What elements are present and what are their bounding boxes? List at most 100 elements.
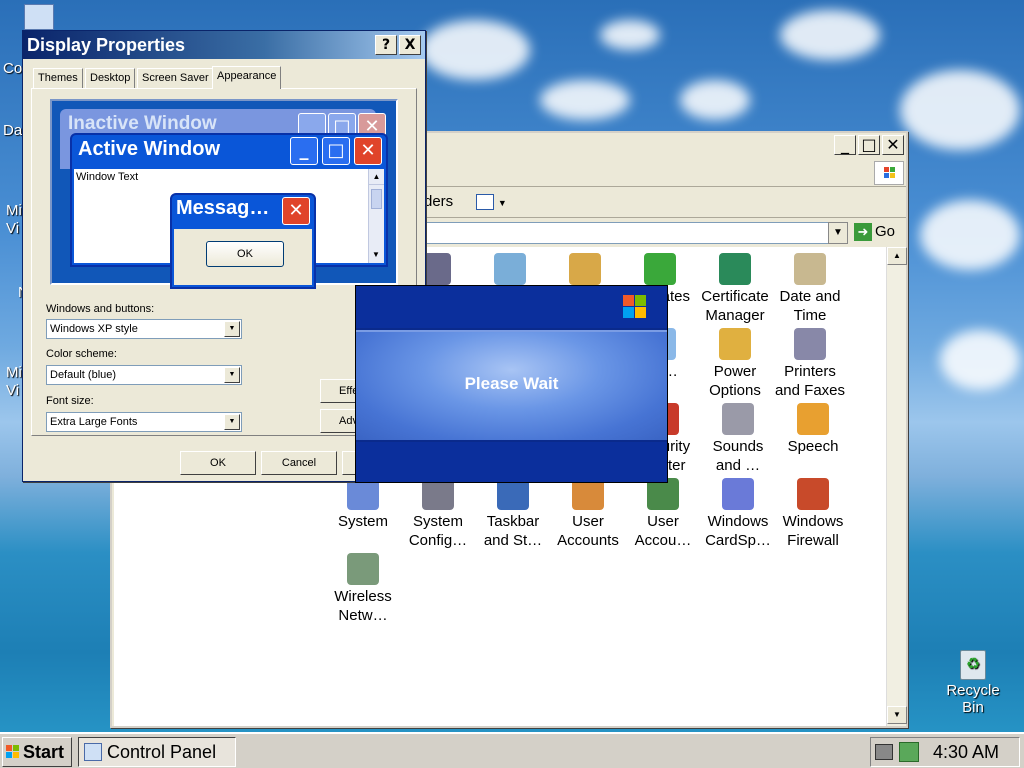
certificate-icon	[719, 253, 751, 285]
go-arrow-icon: ➜	[854, 223, 872, 241]
control-panel-item[interactable]: Sounds and …	[699, 403, 777, 475]
help-button[interactable]: ?	[375, 35, 397, 55]
control-panel-item[interactable]: User Accounts	[549, 478, 627, 550]
desktop-icon-label[interactable]: Vi	[6, 220, 19, 237]
control-panel-item[interactable]: Wireless Netw…	[324, 553, 402, 625]
views-button[interactable]: ▼	[476, 192, 512, 214]
automatic-updates-icon	[644, 253, 676, 285]
chevron-down-icon[interactable]: ▼	[224, 367, 240, 383]
windows-buttons-value: Windows XP style	[50, 323, 138, 335]
firewall-icon	[797, 478, 829, 510]
active-window-preview: Active Window _ □ ✕ Window Text ▲ ▼ Mess…	[70, 133, 388, 289]
please-wait-header	[356, 286, 667, 328]
effects-button[interactable]: Effe	[320, 379, 360, 403]
chevron-down-icon[interactable]: ▼	[224, 414, 240, 430]
font-size-select[interactable]: Extra Large Fonts ▼	[46, 412, 242, 432]
ok-button[interactable]: OK	[180, 451, 256, 475]
control-panel-item[interactable]: System Config…	[399, 478, 477, 550]
control-panel-item-label: System Config…	[408, 513, 468, 549]
control-panel-item[interactable]: Windows CardSp…	[699, 478, 777, 550]
tab-desktop[interactable]: Desktop	[85, 68, 136, 88]
network-icon[interactable]	[899, 742, 919, 762]
maximize-button[interactable]: □	[858, 135, 880, 155]
control-panel-item[interactable]: Power Options	[696, 328, 774, 400]
cloud	[780, 10, 880, 60]
desktop-icon-label[interactable]: Co	[3, 60, 22, 77]
control-panel-item[interactable]: Windows Firewall	[774, 478, 852, 550]
control-panel-item[interactable]	[546, 253, 624, 287]
cloud	[900, 70, 1020, 150]
windows-logo-icon	[621, 293, 651, 321]
color-scheme-select[interactable]: Default (blue) ▼	[46, 365, 242, 385]
dialog-titlebar[interactable]: Display Properties	[23, 31, 425, 59]
start-button[interactable]: Start	[2, 737, 72, 767]
control-panel-item-label: Taskbar and St…	[483, 513, 543, 549]
clock[interactable]: 4:30 AM	[933, 738, 999, 766]
cardspace-icon	[722, 478, 754, 510]
folders-button-label[interactable]: ders	[424, 193, 453, 210]
cloud	[920, 200, 1020, 270]
windows-buttons-select[interactable]: Windows XP style ▼	[46, 319, 242, 339]
tab-themes[interactable]: Themes	[33, 68, 83, 88]
cloud	[600, 20, 660, 50]
dialog-close-button[interactable]: X	[399, 35, 421, 55]
color-scheme-label: Color scheme:	[46, 348, 117, 360]
vertical-scrollbar[interactable]: ▲ ▼	[886, 247, 907, 726]
cloud	[680, 80, 750, 120]
tab-appearance[interactable]: Appearance	[212, 66, 282, 89]
minimize-button[interactable]: _	[834, 135, 856, 155]
cancel-button[interactable]: Cancel	[261, 451, 337, 475]
advanced-button[interactable]: Adv	[320, 409, 360, 433]
cloud	[940, 330, 1020, 390]
please-wait-dialog: Please Wait	[355, 285, 668, 483]
windows-logo-icon	[874, 161, 904, 185]
system-tray: 4:30 AM	[870, 737, 1020, 767]
color-scheme-value: Default (blue)	[50, 369, 117, 381]
dialog-title: Display Properties	[27, 35, 186, 55]
scroll-down-arrow[interactable]: ▼	[887, 706, 907, 724]
preview-scrollbar: ▲ ▼	[368, 169, 384, 263]
windows-buttons-label: Windows and buttons:	[46, 303, 155, 315]
my-computer-icon[interactable]	[24, 4, 54, 30]
control-panel-item-label: Windows CardSp…	[705, 513, 771, 549]
control-panel-item[interactable]: Speech	[774, 403, 852, 456]
desktop-icon-label[interactable]: Vi	[6, 382, 19, 399]
control-panel-item[interactable]: Printers and Faxes	[771, 328, 849, 400]
printer-icon	[794, 328, 826, 360]
please-wait-footer	[356, 442, 667, 482]
scroll-up-arrow[interactable]: ▲	[887, 247, 907, 265]
desktop-icon-label[interactable]: Da	[3, 122, 22, 139]
control-panel-item[interactable]: User Accou…	[624, 478, 702, 550]
control-panel-item[interactable]: Certificate Manager	[696, 253, 774, 325]
minimize-icon: _	[290, 137, 318, 165]
address-input[interactable]	[412, 222, 848, 244]
speaker-icon	[722, 403, 754, 435]
control-panel-item[interactable]: Date and Time	[771, 253, 849, 325]
cloud	[420, 20, 530, 80]
taskbar: Start Control Panel 4:30 AM	[0, 732, 1024, 768]
tab-screen-saver[interactable]: Screen Saver	[137, 68, 214, 88]
please-wait-message: Please Wait	[464, 374, 559, 393]
views-icon	[476, 194, 494, 210]
control-panel-item[interactable]	[471, 253, 549, 287]
taskbar-control-panel[interactable]: Control Panel	[78, 737, 236, 767]
power-icon	[719, 328, 751, 360]
chevron-down-icon[interactable]: ▼	[224, 321, 240, 337]
desktop-icon-label[interactable]: Mi	[6, 364, 22, 381]
cloud	[540, 80, 630, 120]
go-label: Go	[875, 223, 896, 240]
recycle-bin[interactable]: ♻ Recycle Bin	[938, 650, 1008, 716]
control-panel-item[interactable]: Taskbar and St…	[474, 478, 552, 550]
font-size-label: Font size:	[46, 395, 94, 407]
close-button[interactable]: ✕	[882, 135, 904, 155]
message-box-preview: Messag… ✕ OK	[170, 193, 316, 289]
go-button[interactable]: ➜ Go	[854, 223, 895, 241]
address-dropdown[interactable]: ▼	[828, 222, 848, 244]
wireless-icon	[347, 553, 379, 585]
clock-icon	[794, 253, 826, 285]
keyboard-icon[interactable]	[875, 744, 893, 760]
control-panel-item[interactable]: System	[324, 478, 402, 531]
desktop-icon-label[interactable]: Mi	[6, 202, 22, 219]
preview-ok-button: OK	[206, 241, 284, 267]
window-text: Window Text	[76, 171, 139, 183]
